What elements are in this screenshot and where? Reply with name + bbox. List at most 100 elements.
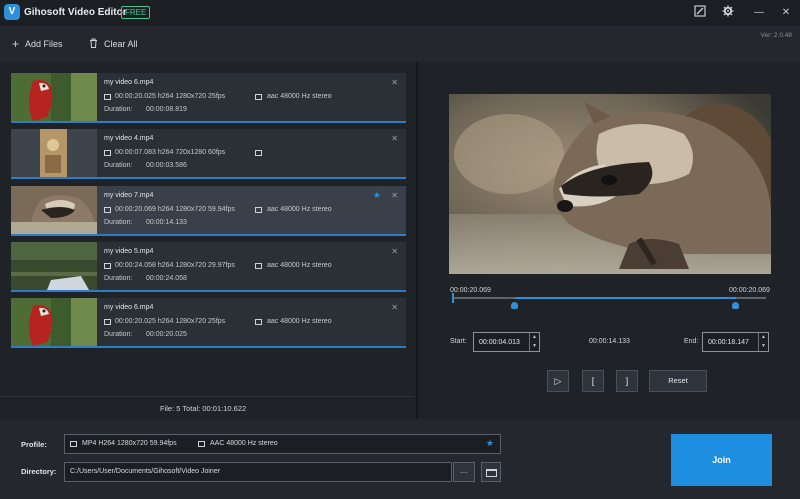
feedback-icon[interactable] [692, 5, 708, 21]
duration-value: 00:00:14.133 [146, 219, 187, 226]
join-button[interactable]: Join [671, 434, 772, 486]
total-time-label: 00:00:20.069 [729, 287, 770, 294]
file-name: my video 6.mp4 [104, 304, 154, 311]
mark-in-button[interactable]: [ [582, 370, 604, 392]
directory-value: C:/Users/User/Documents/Gihosoft/Video J… [70, 468, 221, 475]
status-bar: File: 5 Total: 00:01:10.622 [0, 396, 415, 419]
play-button[interactable]: ▷ [547, 370, 569, 392]
video-icon [104, 150, 111, 156]
close-window-button[interactable]: ✕ [778, 5, 794, 21]
video-icon [104, 207, 111, 213]
duration-label: Duration: [104, 106, 133, 113]
file-name: my video 5.mp4 [104, 248, 154, 255]
audio-icon [255, 150, 262, 156]
directory-label: Directory: [21, 467, 57, 476]
remove-file-button[interactable]: ✕ [391, 78, 398, 87]
star-icon: ★ [485, 438, 494, 448]
file-list-item[interactable]: my video 4.mp4 00:00:07.083 h264 720x1280… [11, 129, 406, 179]
video-preview [449, 94, 771, 274]
duration-value: 00:00:08.819 [146, 106, 187, 113]
video-thumbnail [11, 298, 97, 346]
start-time-stepper[interactable]: ▲ ▼ [529, 333, 539, 351]
remove-file-button[interactable]: ✕ [391, 303, 398, 312]
add-files-label: Add Files [25, 39, 63, 49]
mark-out-button[interactable]: ] [616, 370, 638, 392]
video-info: 00:00:07.083 h264 720x1280 60fps [115, 149, 226, 156]
timeline-selection [514, 297, 736, 299]
video-info: 00:00:24.058 h264 1280x720 29.97fps [115, 262, 235, 269]
gear-icon[interactable] [720, 5, 736, 21]
audio-icon [255, 319, 262, 325]
status-text: File: 5 Total: 00:01:10.622 [160, 404, 247, 413]
file-name: my video 6.mp4 [104, 79, 154, 86]
remove-file-button[interactable]: ✕ [391, 191, 398, 200]
add-files-button[interactable]: + Add Files [12, 36, 63, 52]
duration-value: 00:00:03.586 [146, 162, 187, 169]
audio-icon [255, 94, 262, 100]
duration-label: Duration: [104, 219, 133, 226]
video-info: 00:00:20.025 h264 1280x720 25fps [115, 318, 226, 325]
profile-label: Profile: [21, 440, 47, 449]
video-info: 00:00:20.025 h264 1280x720 25fps [115, 93, 226, 100]
audio-info: aac 48000 Hz stereo [267, 318, 332, 325]
file-list-item[interactable]: my video 6.mp4 00:00:20.025 h264 1280x720… [11, 298, 406, 348]
panel-divider [416, 62, 418, 419]
file-list-item[interactable]: my video 7.mp4 00:00:20.069 h264 1280x720… [11, 186, 406, 236]
audio-info: aac 48000 Hz stereo [267, 206, 332, 213]
toolbar: + Add Files Clear All [0, 26, 800, 62]
video-thumbnail [11, 242, 97, 290]
trim-end-handle[interactable] [732, 302, 740, 309]
duration-label: Duration: [104, 162, 133, 169]
remove-file-button[interactable]: ✕ [391, 247, 398, 256]
start-time-value: 00:00:04.013 [479, 339, 520, 346]
clear-all-button[interactable]: Clear All [89, 36, 138, 52]
title-bar: V Gihosoft Video Editor FREE — ✕ [0, 0, 800, 26]
remove-file-button[interactable]: ✕ [391, 134, 398, 143]
app-logo-icon: V [4, 4, 20, 20]
file-list-item[interactable]: my video 5.mp4 00:00:24.058 h264 1280x720… [11, 242, 406, 292]
profile-audio: AAC 48000 Hz stereo [210, 440, 278, 447]
free-badge: FREE [121, 6, 151, 19]
minimize-button[interactable]: — [751, 5, 767, 21]
video-icon [104, 263, 111, 269]
browse-button[interactable]: ... [453, 462, 475, 482]
profile-select[interactable]: MP4 H264 1280x720 59.94fps AAC 48000 Hz … [64, 434, 501, 454]
end-time-value: 00:00:18.147 [708, 339, 749, 346]
end-time-stepper[interactable]: ▲ ▼ [758, 333, 768, 351]
audio-info: aac 48000 Hz stereo [267, 262, 332, 269]
reset-button[interactable]: Reset [649, 370, 707, 392]
star-icon[interactable]: ★ [373, 190, 381, 201]
file-list-item[interactable]: my video 6.mp4 00:00:20.025 h264 1280x720… [11, 73, 406, 123]
open-folder-button[interactable] [481, 462, 501, 482]
trash-icon [89, 38, 98, 50]
duration-value: 00:00:20.025 [146, 331, 187, 338]
video-thumbnail [11, 73, 97, 121]
profile-video: MP4 H264 1280x720 59.94fps [82, 440, 177, 447]
video-icon [104, 319, 111, 325]
audio-icon [198, 441, 205, 447]
end-time-input[interactable]: 00:00:18.147 ▲ ▼ [702, 332, 769, 352]
start-time-input[interactable]: 00:00:04.013 ▲ ▼ [473, 332, 540, 352]
video-icon [70, 441, 77, 447]
app-title: Gihosoft Video Editor [24, 7, 127, 18]
audio-icon [255, 263, 262, 269]
version-label: Ver: 2.0.48 [760, 32, 792, 39]
clear-all-label: Clear All [104, 39, 138, 49]
video-icon [104, 94, 111, 100]
duration-value: 00:00:24.058 [146, 275, 187, 282]
video-thumbnail [11, 186, 97, 234]
start-label: Start: [450, 338, 467, 345]
selection-duration: 00:00:14.133 [589, 338, 630, 345]
audio-icon [255, 207, 262, 213]
duration-label: Duration: [104, 275, 133, 282]
end-label: End: [684, 338, 699, 345]
timeline-track[interactable] [452, 297, 766, 299]
video-info: 00:00:20.069 h264 1280x720 59.94fps [115, 206, 235, 213]
audio-info: aac 48000 Hz stereo [267, 93, 332, 100]
folder-icon [486, 469, 497, 477]
trim-start-handle[interactable] [511, 302, 519, 309]
video-thumbnail [11, 129, 97, 177]
current-time-label: 00:00:20.069 [450, 287, 491, 294]
playhead-marker[interactable] [452, 293, 454, 303]
directory-input[interactable]: C:/Users/User/Documents/Gihosoft/Video J… [64, 462, 452, 482]
